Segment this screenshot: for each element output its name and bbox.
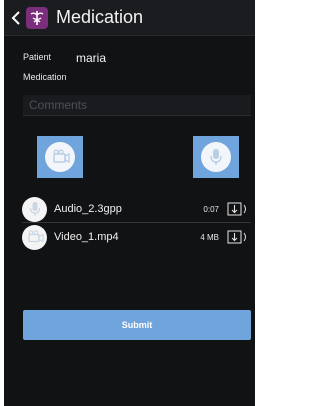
submit-button[interactable]: Submit bbox=[23, 310, 251, 340]
medication-label: Medication bbox=[23, 72, 67, 82]
back-button[interactable] bbox=[8, 0, 24, 35]
download-icon bbox=[227, 202, 246, 216]
app-screen: Medication Patient maria Medication Comm… bbox=[4, 0, 255, 406]
comments-field[interactable]: Comments bbox=[23, 95, 251, 116]
attachment-row-audio[interactable]: Audio_2.3gpp 0:07 bbox=[22, 196, 251, 222]
video-camera-icon bbox=[22, 224, 47, 250]
video-camera-icon bbox=[45, 142, 75, 172]
download-icon bbox=[227, 230, 246, 244]
microphone-icon bbox=[201, 142, 231, 172]
caduceus-icon bbox=[26, 6, 48, 29]
microphone-icon bbox=[22, 196, 47, 222]
chevron-left-icon bbox=[11, 10, 20, 25]
top-bar: Medication bbox=[4, 0, 255, 36]
attachment-name: Audio_2.3gpp bbox=[54, 203, 122, 215]
page-title: Medication bbox=[56, 7, 144, 27]
download-button[interactable] bbox=[227, 229, 251, 245]
attachment-size: 4 MB bbox=[200, 232, 219, 242]
patient-label: Patient bbox=[23, 52, 52, 62]
attachment-row-video[interactable]: Video_1.mp4 4 MB bbox=[22, 224, 251, 250]
patient-value: maria bbox=[76, 51, 107, 65]
attachment-name: Video_1.mp4 bbox=[54, 231, 119, 243]
download-button[interactable] bbox=[227, 201, 251, 217]
record-audio-button[interactable] bbox=[193, 136, 239, 178]
attachment-duration: 0:07 bbox=[203, 204, 219, 214]
record-video-button[interactable] bbox=[37, 136, 83, 178]
row-divider bbox=[22, 222, 251, 223]
